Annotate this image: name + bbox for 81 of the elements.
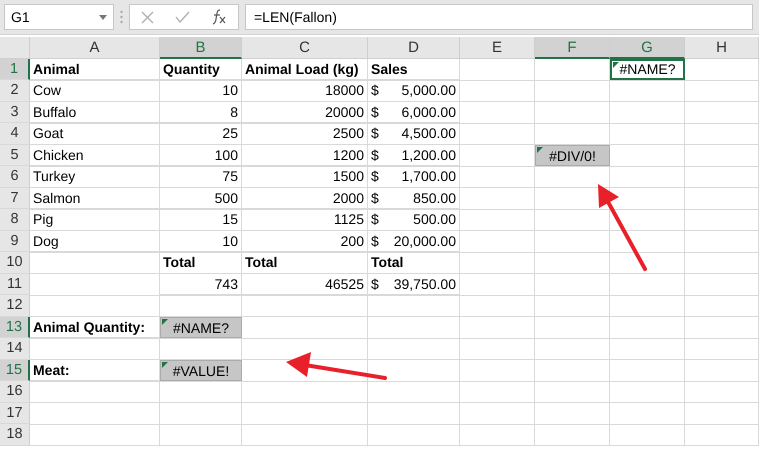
table-cell[interactable]: 10 [160,80,242,102]
caret-icon [99,14,107,20]
table-cell[interactable]: 2500 [242,123,368,144]
table-cell[interactable]: Dog [30,230,160,252]
row-header[interactable]: 11 [0,274,30,295]
error-cell[interactable]: #NAME? [610,58,685,80]
row-header[interactable]: 2 [0,80,30,102]
row-header[interactable]: 16 [0,381,30,402]
error-cell[interactable]: #VALUE! [160,360,242,381]
table-cell[interactable]: $ 1,200.00 [368,144,460,166]
row-header[interactable]: 10 [0,252,30,274]
row-header[interactable]: 4 [0,123,30,144]
cell-label[interactable]: Sales [368,58,460,80]
row-header[interactable]: 1 [0,58,30,80]
table-cell[interactable]: 1200 [242,144,368,166]
cell-reference: G1 [11,8,30,26]
table-cell[interactable]: $ 6,000.00 [368,102,460,123]
error-cell[interactable]: #NAME? [160,316,242,338]
table-cell[interactable]: $ 4,500.00 [368,123,460,144]
check-icon[interactable] [174,11,190,23]
cell-label[interactable]: Animal [30,58,160,80]
table-cell[interactable]: 500 [160,188,242,209]
grip-icon [120,10,123,24]
table-cell[interactable]: 743 [160,274,242,295]
table-cell[interactable]: 25 [160,123,242,144]
table-cell[interactable]: $ 5,000.00 [368,80,460,102]
table-cell[interactable]: 100 [160,144,242,166]
table-cell[interactable]: Salmon [30,188,160,209]
column-header[interactable]: G [610,37,685,59]
row-header[interactable]: 13 [0,316,30,338]
row-header[interactable]: 17 [0,402,30,424]
table-cell[interactable]: 75 [160,166,242,188]
select-all-corner[interactable] [0,37,30,59]
table-cell[interactable]: 1500 [242,166,368,188]
column-header[interactable]: B [160,37,242,59]
table-cell[interactable]: $ 1,700.00 [368,166,460,188]
table-cell[interactable]: $ 39,750.00 [368,274,460,295]
error-cell[interactable]: #DIV/0! [535,144,610,166]
table-cell[interactable]: 20000 [242,102,368,123]
row-header[interactable]: 5 [0,144,30,166]
table-cell[interactable]: Turkey [30,166,160,188]
row-header[interactable]: 12 [0,295,30,316]
table-cell[interactable]: 10 [160,230,242,252]
table-cell[interactable]: $ 850.00 [368,188,460,209]
table-cell[interactable]: 1125 [242,209,368,230]
name-box[interactable]: G1 [4,4,114,30]
column-header[interactable]: A [30,37,160,59]
cell-label[interactable]: Quantity [160,58,242,80]
row-header[interactable]: 15 [0,360,30,381]
cell-label[interactable]: Total [242,252,368,274]
table-cell[interactable]: Buffalo [30,102,160,123]
table-cell[interactable]: Cow [30,80,160,102]
column-header[interactable]: F [535,37,610,59]
cell-label[interactable]: Total [368,252,460,274]
row-header[interactable]: 3 [0,102,30,123]
table-cell[interactable]: 46525 [242,274,368,295]
row-header[interactable]: 9 [0,230,30,252]
row-header[interactable]: 8 [0,209,30,230]
cell-label[interactable]: Total [160,252,242,274]
formula-bar[interactable]: =LEN(Fallon) [245,4,753,30]
table-cell[interactable]: Goat [30,123,160,144]
row-header[interactable]: 6 [0,166,30,188]
table-cell[interactable]: Pig [30,209,160,230]
row-header[interactable]: 18 [0,424,30,446]
table-cell[interactable]: 18000 [242,80,368,102]
row-header[interactable]: 14 [0,338,30,360]
column-header[interactable]: D [368,37,460,59]
cancel-icon[interactable] [140,10,154,24]
table-cell[interactable]: 8 [160,102,242,123]
table-cell[interactable]: Chicken [30,144,160,166]
table-cell[interactable]: 15 [160,209,242,230]
column-header[interactable]: H [685,37,759,59]
cell-label[interactable]: Animal Load (kg) [242,58,368,80]
table-cell[interactable]: 2000 [242,188,368,209]
function-icon[interactable] [211,9,228,25]
column-header[interactable]: E [460,37,535,59]
table-cell[interactable]: 200 [242,230,368,252]
table-cell[interactable]: $ 20,000.00 [368,230,460,252]
row-header[interactable]: 7 [0,188,30,209]
table-cell[interactable]: $ 500.00 [368,209,460,230]
column-header[interactable]: C [242,37,368,59]
